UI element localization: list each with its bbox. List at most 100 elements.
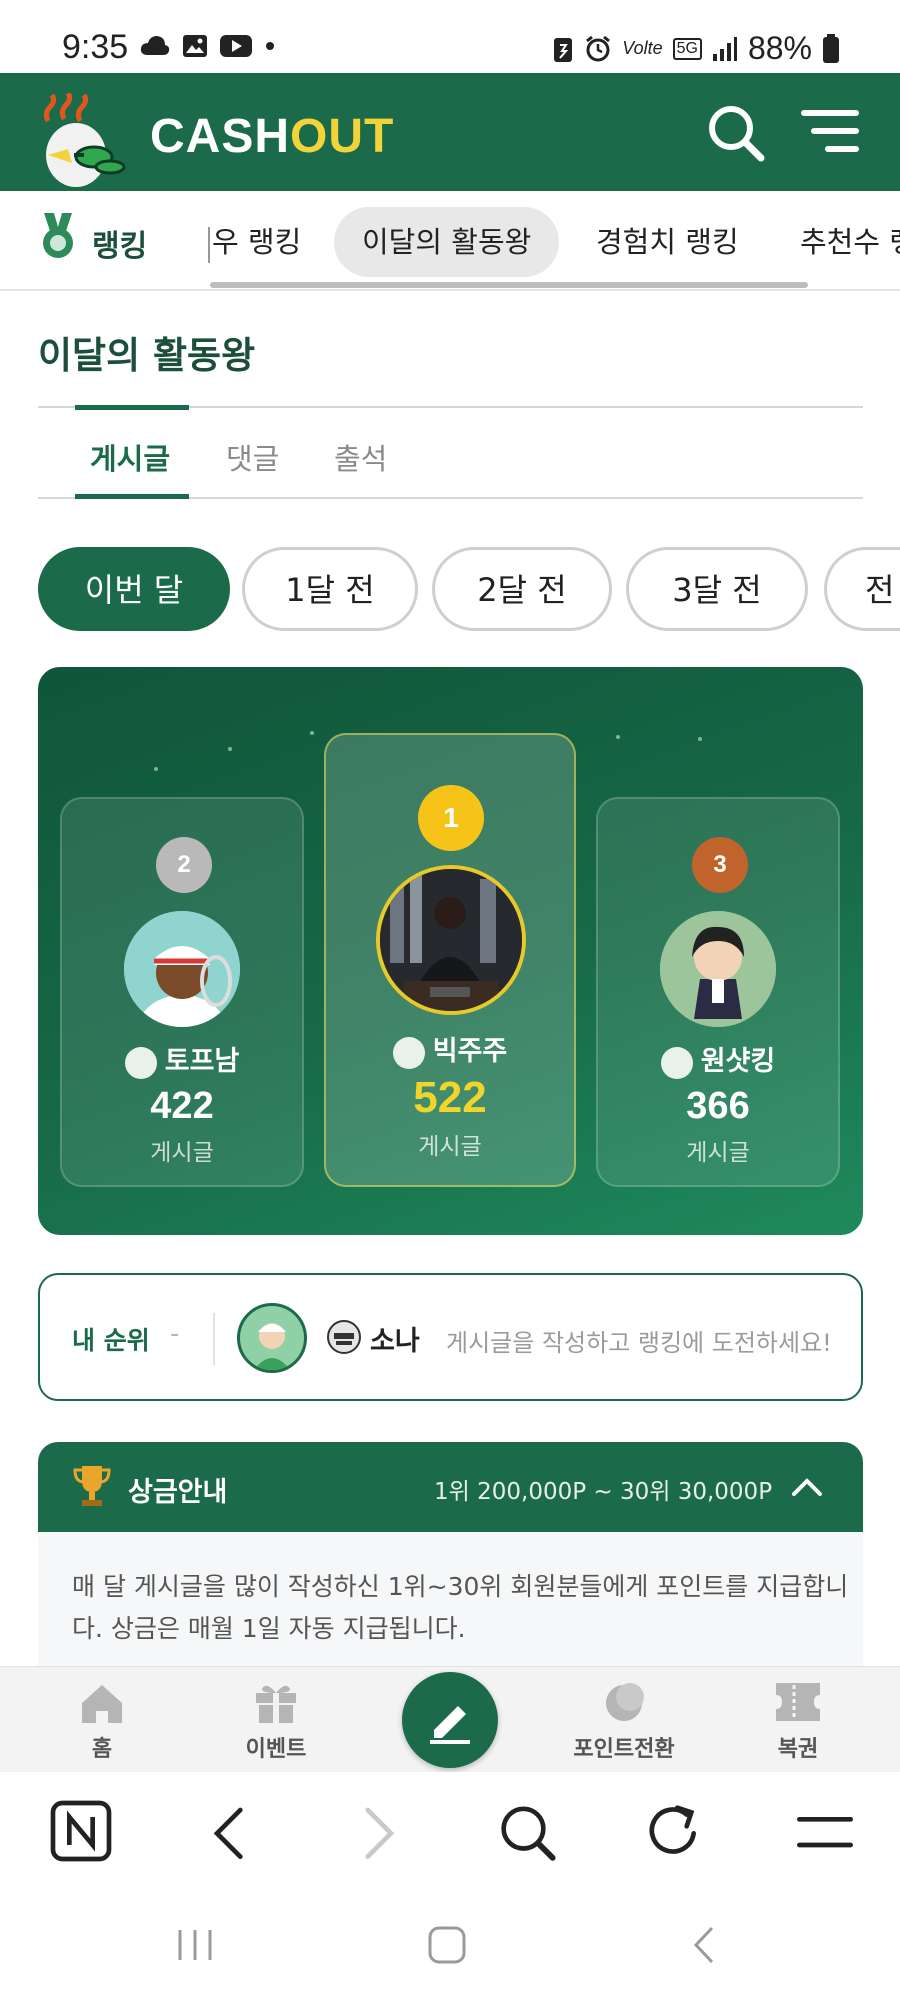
- battery-percent: 88%: [747, 30, 812, 66]
- subtab-attendance[interactable]: 출석: [334, 436, 387, 478]
- unit-third: 게시글: [686, 1140, 750, 1166]
- cloud-icon: [140, 36, 170, 55]
- ranking-nav: 랭킹 우 랭킹 이달의 활동왕 경험치 랭킹 추천수 랭: [0, 191, 900, 291]
- my-rank-hint: 게시글을 작성하고 랭킹에 도전하세요!: [446, 1329, 832, 1357]
- month-3[interactable]: 3달 전: [626, 547, 808, 631]
- nav-scrollbar[interactable]: [210, 282, 808, 288]
- menu-icon[interactable]: [800, 107, 860, 155]
- subtab-posts[interactable]: 게시글: [90, 436, 170, 478]
- network-label: 5G: [672, 37, 702, 60]
- subtab-indicator-top: [75, 405, 189, 410]
- battery-saver-icon: [554, 37, 573, 62]
- back-icon[interactable]: [196, 1796, 266, 1866]
- sparkle: [616, 735, 620, 739]
- podium-card-first[interactable]: 1 빅주주 522 게시글: [324, 733, 576, 1187]
- month-1[interactable]: 1달 전: [242, 547, 418, 631]
- rank-badge-bronze: 3: [692, 837, 748, 893]
- name-first: 빅주주: [326, 1029, 574, 1069]
- rank-badge-gold: 1: [418, 785, 484, 851]
- menu-icon[interactable]: [790, 1796, 860, 1866]
- prize-description: 매 달 게시글을 많이 작성하신 1위~30위 회원분들에게 포인트를 지급합니…: [72, 1572, 849, 1643]
- level-badge-icon: [392, 1036, 425, 1069]
- write-button[interactable]: [402, 1672, 498, 1768]
- tab-ranking-prev[interactable]: 우 랭킹: [212, 207, 301, 277]
- logo-out: OUT: [290, 110, 395, 163]
- tab-home-label: 홈: [91, 1737, 113, 1762]
- search-icon[interactable]: [492, 1796, 562, 1866]
- subtab-comments[interactable]: 댓글: [226, 436, 279, 478]
- ranking-title: 랭킹: [92, 229, 148, 264]
- podium: 2 토프남 422 게시글 1 빅주주 522 게시글 3 원샷킹 366 게시…: [38, 667, 863, 1235]
- tab-exp-ranking[interactable]: 경험치 랭킹: [596, 207, 739, 277]
- ticket-icon: [776, 1683, 820, 1721]
- browser-toolbar: [0, 1772, 900, 1890]
- image-icon: [183, 35, 207, 57]
- avatar-second: [124, 911, 240, 1027]
- search-icon[interactable]: [706, 103, 766, 163]
- coin-icon: [606, 1683, 644, 1721]
- month-filter: 이번 달 1달 전 2달 전 3달 전 전: [38, 547, 900, 631]
- prize-range: 1위 200,000P ~ 30위 30,000P: [434, 1479, 773, 1505]
- logo-text: CASHOUT: [150, 109, 394, 164]
- signal-icon: [712, 36, 737, 61]
- volte-label: Volte: [622, 38, 663, 58]
- my-rank-divider: [213, 1313, 215, 1365]
- logo-cash: CASH: [150, 110, 291, 163]
- unit-second: 게시글: [150, 1140, 214, 1166]
- subtab-indicator: [75, 494, 189, 499]
- status-left-icons: [140, 34, 276, 58]
- sparkle: [228, 747, 232, 751]
- month-more[interactable]: 전: [824, 547, 900, 631]
- forward-icon[interactable]: [342, 1796, 412, 1866]
- level-badge-icon: [660, 1046, 693, 1079]
- home-button-icon[interactable]: [422, 1920, 472, 1970]
- recent-apps-icon[interactable]: [170, 1920, 220, 1970]
- prize-header[interactable]: 상금안내 1위 200,000P ~ 30위 30,000P: [38, 1442, 863, 1532]
- trophy-icon: [73, 1466, 111, 1506]
- chevron-up-icon[interactable]: [790, 1472, 824, 1502]
- level-badge-icon: [124, 1046, 157, 1079]
- alarm-icon: [586, 35, 611, 61]
- tab-point-exchange[interactable]: 포인트전환: [554, 1667, 694, 1773]
- prize-title: 상금안내: [128, 1477, 228, 1508]
- medal-icon: [43, 213, 73, 258]
- refresh-icon[interactable]: [640, 1796, 710, 1866]
- mascot-icon: [43, 93, 126, 187]
- naver-icon[interactable]: [46, 1796, 116, 1866]
- tab-event-label: 이벤트: [245, 1737, 307, 1762]
- status-time: 9:35: [62, 28, 129, 66]
- podium-card-third[interactable]: 3 원샷킹 366 게시글: [596, 797, 840, 1187]
- podium-card-second[interactable]: 2 토프남 422 게시글: [60, 797, 304, 1187]
- nav-divider: [208, 227, 210, 263]
- unit-first: 게시글: [418, 1134, 482, 1160]
- dot-icon: [266, 42, 274, 50]
- tab-event[interactable]: 이벤트: [206, 1667, 346, 1773]
- my-rank-value: -: [170, 1319, 180, 1349]
- logo[interactable]: CASHOUT: [38, 93, 458, 187]
- month-2[interactable]: 2달 전: [432, 547, 612, 631]
- score-second: 422: [150, 1085, 214, 1127]
- tab-lottery-label: 복권: [777, 1737, 819, 1762]
- tab-lottery[interactable]: 복권: [728, 1667, 868, 1773]
- avatar-third: [660, 911, 776, 1027]
- name-third: 원샷킹: [598, 1039, 838, 1079]
- month-this[interactable]: 이번 달: [38, 547, 230, 631]
- prize-body: 매 달 게시글을 많이 작성하신 1위~30위 회원분들에게 포인트를 지급합니…: [38, 1532, 863, 1672]
- tab-point-exchange-label: 포인트전환: [573, 1737, 675, 1762]
- home-icon: [82, 1685, 122, 1723]
- avatar-first: [376, 865, 526, 1015]
- back-button-icon[interactable]: [680, 1920, 730, 1970]
- battery-icon: [823, 33, 839, 63]
- sparkle: [310, 731, 314, 735]
- tab-monthly-activity[interactable]: 이달의 활동왕: [334, 207, 560, 277]
- tab-home[interactable]: 홈: [32, 1667, 172, 1773]
- gift-icon: [256, 1685, 296, 1723]
- sub-tabs: 게시글 댓글 출석: [38, 405, 863, 499]
- my-avatar: [237, 1303, 307, 1373]
- sparkle: [154, 767, 158, 771]
- name-second: 토프남: [62, 1039, 302, 1079]
- my-rank-label: 내 순위: [72, 1326, 150, 1355]
- my-rank-card[interactable]: 내 순위 - 소나 게시글을 작성하고 랭킹에 도전하세요!: [38, 1273, 863, 1401]
- app-header: CASHOUT: [0, 73, 900, 191]
- tab-recommend-ranking[interactable]: 추천수 랭: [800, 207, 900, 277]
